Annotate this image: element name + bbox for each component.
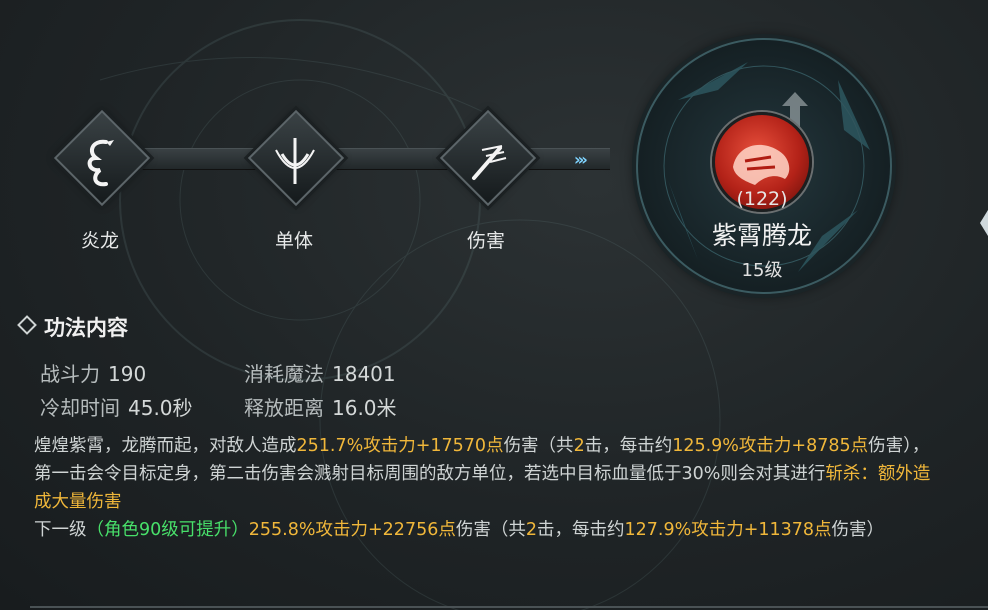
path-node-label: 单体: [274, 230, 313, 252]
stat-label: 战斗力: [40, 362, 100, 386]
single-target-icon: [275, 138, 315, 184]
stat-range: 释放距离 16.0米: [244, 392, 397, 421]
skill-name: 紫霄腾龙: [711, 221, 812, 250]
stat-value: 18401: [332, 362, 396, 386]
desc-text: 击，每击约: [584, 436, 673, 456]
path-node-label: 炎龙: [80, 230, 119, 252]
desc-text: 煌煌紫霄，龙腾而起，对敌人造成: [34, 436, 297, 456]
path-arrows: ›››: [574, 150, 588, 169]
desc-highlight: 2: [573, 436, 585, 456]
stat-cooldown: 冷却时间 45.0秒: [40, 392, 193, 421]
stat-value: 190: [108, 362, 147, 386]
stat-value: 16.0米: [332, 396, 397, 420]
next-level-requirement: （角色90级可提升）: [86, 520, 249, 540]
damage-icon: [472, 145, 507, 180]
desc-highlight: 2: [525, 520, 537, 540]
stat-label: 消耗魔法: [244, 362, 324, 386]
bottom-divider: [30, 606, 988, 608]
stat-mana: 消耗魔法 18401: [244, 358, 396, 387]
diamond-bullet-icon: [17, 315, 37, 335]
skill-description: 煌煌紫霄，龙腾而起，对敌人造成251.7%攻击力+17570点伤害（共2击，每击…: [34, 432, 934, 544]
desc-highlight: 251.7%攻击力+17570点: [296, 436, 504, 456]
stat-label: 释放距离: [244, 396, 324, 420]
desc-highlight: 127.9%攻击力+11378点: [624, 520, 832, 540]
stat-label: 冷却时间: [40, 396, 120, 420]
dragon-icon: [87, 139, 114, 187]
next-level-label: 下一级: [34, 520, 87, 540]
desc-text: 伤害）: [831, 520, 885, 540]
side-tab-arrow-icon[interactable]: [980, 210, 988, 236]
stat-power: 战斗力 190: [40, 358, 146, 387]
path-node-label: 伤害: [466, 230, 505, 252]
desc-text: 击，每击约: [536, 520, 625, 540]
section-title-text: 功法内容: [44, 316, 128, 340]
desc-highlight: 255.8%攻击力+22756点: [248, 520, 456, 540]
desc-text: 伤害（共: [455, 520, 526, 540]
desc-text: 伤害（共: [503, 436, 574, 456]
section-title: 功法内容: [17, 312, 128, 342]
desc-highlight: 125.9%攻击力+8785点: [672, 436, 869, 456]
skill-count: (122): [736, 188, 788, 210]
stat-value: 45.0秒: [128, 396, 193, 420]
skill-level: 15级: [741, 260, 783, 281]
